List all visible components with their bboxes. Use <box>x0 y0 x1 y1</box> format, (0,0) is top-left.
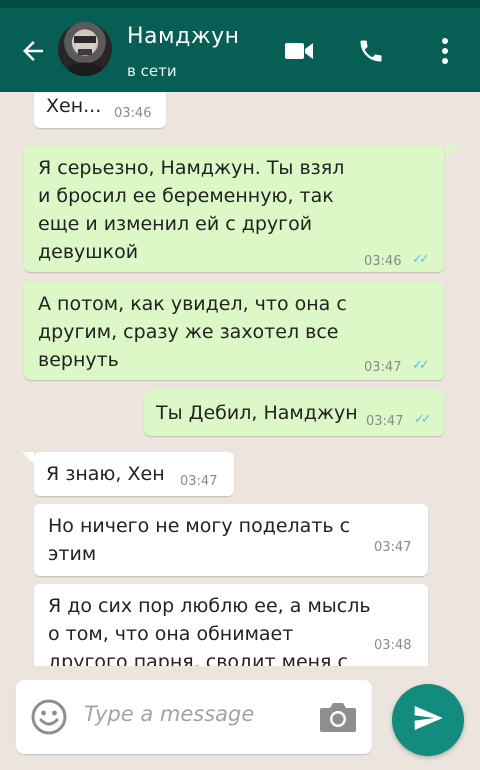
message-line: о том, что она обнимает <box>48 623 294 645</box>
contact-status: в сети <box>127 62 177 80</box>
message-list[interactable]: Хен... 03:46 Я серьезно, Намджун. Ты взя… <box>0 92 480 666</box>
message-time: 03:48 <box>374 638 412 653</box>
emoji-icon[interactable] <box>30 698 68 736</box>
composer-bar: Type a message <box>0 666 480 770</box>
camera-icon[interactable] <box>318 700 358 734</box>
send-icon <box>412 702 444 738</box>
message-line: другим, сразу же захотел все <box>38 321 339 343</box>
double-check-icon: ✓✓ <box>412 358 430 373</box>
message-bubble-incoming[interactable]: Но ничего не могу поделать с этим 03:47 <box>34 504 428 576</box>
message-line: этим <box>48 543 97 565</box>
message-input-placeholder[interactable]: Type a message <box>84 702 254 726</box>
arrow-left-icon[interactable] <box>18 36 48 66</box>
message-line: другого парня, сводит меня с <box>48 651 348 666</box>
message-line: и бросил ее беременную, так <box>38 185 334 207</box>
message-line: Но ничего не могу поделать с <box>48 515 351 537</box>
chat-header: Намджун в сети <box>0 8 480 92</box>
message-time: 03:47 <box>374 540 412 555</box>
bubble-tail <box>22 452 34 464</box>
more-vert-icon[interactable] <box>428 34 462 68</box>
message-bubble-incoming[interactable]: Хен... 03:46 <box>34 92 166 128</box>
message-line: А потом, как увидел, что она с <box>38 293 347 315</box>
message-bubble-incoming[interactable]: Я знаю, Хен 03:47 <box>34 452 234 496</box>
avatar[interactable] <box>58 22 112 76</box>
message-time: 03:47 <box>180 474 218 489</box>
bubble-tail <box>446 146 458 158</box>
send-button[interactable] <box>392 684 464 756</box>
message-time: 03:46 <box>364 254 402 269</box>
message-time: 03:47 <box>366 414 404 429</box>
video-camera-icon[interactable] <box>282 34 316 68</box>
message-input[interactable]: Type a message <box>16 680 372 754</box>
message-line: Я серьезно, Намджун. Ты взял <box>38 157 345 179</box>
double-check-icon: ✓✓ <box>414 412 432 427</box>
contact-name[interactable]: Намджун <box>127 24 240 49</box>
message-text: Хен... <box>46 95 102 117</box>
message-time: 03:47 <box>364 360 402 375</box>
message-bubble-outgoing[interactable]: Ты Дебил, Намджун 03:47 ✓✓ <box>144 390 444 436</box>
message-bubble-outgoing[interactable]: Я серьезно, Намджун. Ты взял и бросил ее… <box>24 146 444 272</box>
status-bar <box>0 0 480 8</box>
message-text: Ты Дебил, Намджун <box>156 402 358 424</box>
message-text: Я знаю, Хен <box>46 463 165 485</box>
message-time: 03:46 <box>114 106 152 121</box>
phone-icon[interactable] <box>354 34 388 68</box>
message-line: еще и изменил ей с другой <box>38 213 313 235</box>
message-bubble-outgoing[interactable]: А потом, как увидел, что она с другим, с… <box>24 282 444 380</box>
double-check-icon: ✓✓ <box>412 252 430 267</box>
message-line: Я до сих пор люблю ее, а мысль <box>48 595 371 617</box>
message-bubble-incoming[interactable]: Я до сих пор люблю ее, а мысль о том, чт… <box>34 584 428 666</box>
